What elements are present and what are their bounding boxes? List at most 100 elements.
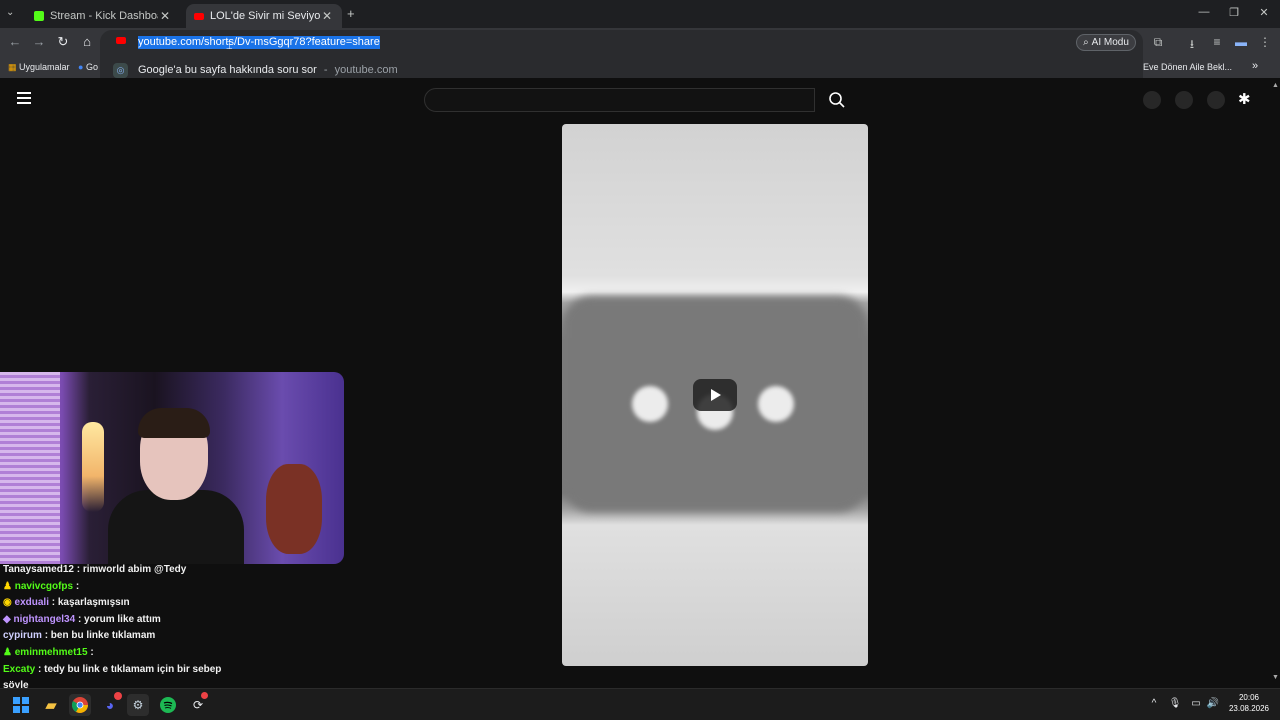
webcam-overlay	[0, 372, 344, 564]
suggestion-text: Google'a bu sayfa hakkında soru sor	[138, 64, 317, 76]
steam-icon[interactable]: ⚙	[127, 694, 149, 716]
chat-message: ◉ exduali : kaşarlaşmışsın	[0, 595, 300, 612]
google-icon: ●	[78, 62, 84, 72]
forward-icon[interactable]: →	[30, 34, 48, 49]
profile-icon[interactable]: ▬	[1233, 35, 1249, 49]
tab-strip: ⌄ Stream - Kick Dashboard ✕ LOL'de Sivir…	[0, 0, 1280, 28]
close-icon[interactable]: ✕	[320, 9, 334, 23]
close-icon[interactable]: ✕	[158, 9, 172, 23]
window-blinds	[0, 372, 60, 564]
windows-start-icon[interactable]	[10, 694, 32, 716]
tab-label: LOL'de Sivir mi Seviyorsun? ML	[210, 10, 320, 22]
thumbnail-blob	[758, 386, 794, 422]
chat-username: exduali	[14, 597, 49, 609]
placeholder-icon[interactable]	[1143, 91, 1161, 109]
volume-icon[interactable]: 🔊	[1206, 698, 1220, 709]
kick-icon	[34, 11, 44, 21]
badge-icon: ◆	[3, 613, 11, 625]
teddy-bear	[266, 464, 322, 554]
address-bar-input[interactable]: youtube.com/shorts/Dv-msGgqr78?feature=s…	[138, 36, 380, 49]
back-icon[interactable]: ←	[6, 34, 24, 49]
home-icon[interactable]: ⌂	[78, 34, 96, 49]
chat-text: : kaşarlaşmışsın	[51, 597, 130, 609]
download-icon[interactable]: ⭳	[1184, 35, 1200, 56]
bookmark-eve-donen[interactable]: Eve Dönen Aile Bekl...	[1143, 62, 1232, 72]
placeholder-icon[interactable]	[1207, 91, 1225, 109]
network-icon[interactable]: ▭	[1189, 698, 1203, 709]
chat-text: : rimworld abim @Tedy	[76, 564, 187, 575]
clock-date: 23.08.2026	[1228, 704, 1270, 713]
placeholder-icon[interactable]	[1175, 91, 1193, 109]
suggestion-separator: -	[323, 64, 328, 76]
notification-badge	[114, 692, 122, 700]
hamburger-menu-icon[interactable]	[17, 92, 31, 104]
youtube-search-input[interactable]	[424, 88, 815, 112]
bookmark-apps[interactable]: ▦ Uygulamalar	[8, 62, 70, 73]
badge-icon: ♟	[3, 580, 12, 592]
chat-text: : yorum like attım	[77, 613, 161, 625]
clock-time: 20:06	[1238, 693, 1260, 702]
play-button[interactable]	[693, 379, 737, 411]
microphone-icon[interactable]: 🎙	[1168, 698, 1182, 709]
minimize-icon[interactable]: —	[1188, 6, 1220, 18]
ai-mode-label: AI Modu	[1091, 37, 1129, 48]
notification-badge	[201, 692, 208, 699]
gear-icon[interactable]: ✱	[1238, 90, 1251, 108]
extensions-icon[interactable]: ⧉	[1150, 35, 1166, 50]
chat-username: eminmehmet15	[14, 646, 88, 658]
chat-username: navivcgofps	[14, 580, 74, 592]
chrome-menu-icon[interactable]: ⋮	[1257, 35, 1273, 49]
page-scrollbar[interactable]: ▲ ▼	[1270, 80, 1280, 688]
thumbnail-blob	[632, 386, 668, 422]
chat-overlay: Tanaysamed12 : rimworld abim @Tedy ♟ nav…	[0, 562, 300, 691]
chat-username: nightangel34	[13, 613, 76, 625]
chrome-icon[interactable]	[69, 694, 91, 716]
new-tab-icon[interactable]: +	[347, 6, 355, 21]
chat-message: Excaty : tedy bu link e tıklamam için bi…	[0, 662, 300, 679]
window-close-icon[interactable]: ✕	[1248, 6, 1280, 19]
ai-search-icon: ⌕	[1083, 37, 1089, 48]
media-control-icon[interactable]: ≡	[1209, 35, 1225, 49]
shorts-video-player[interactable]	[562, 124, 868, 666]
chat-text: : tedy bu link e tıklamam için bir sebep	[38, 663, 222, 675]
ai-mode-button[interactable]: ⌕ AI Modu	[1076, 34, 1136, 51]
search-icon[interactable]	[828, 91, 846, 109]
badge-icon: ♟	[3, 646, 12, 658]
bookmark-label: Uygulamalar	[19, 62, 70, 72]
chat-text: :	[75, 580, 80, 592]
spotify-icon[interactable]	[157, 694, 179, 716]
omnibox-suggestion[interactable]: Google'a bu sayfa hakkında soru sor - yo…	[138, 64, 398, 76]
chat-message: ♟ navivcgofps :	[0, 579, 300, 596]
chat-text: :	[90, 646, 94, 658]
badge-icon: ◉	[3, 597, 12, 609]
suggestion-domain: youtube.com	[334, 64, 398, 76]
chat-message: Tanaysamed12 : rimworld abim @Tedy	[0, 562, 300, 579]
youtube-icon	[194, 12, 204, 20]
youtube-icon	[116, 37, 126, 44]
tray-overflow-icon[interactable]: ^	[1147, 698, 1161, 709]
bookmark-google[interactable]: ● Go	[78, 62, 98, 72]
streamer-body	[108, 490, 244, 564]
chat-username: Tanaysamed12	[3, 564, 74, 575]
chat-username: cypirum	[3, 630, 42, 642]
chat-text: : ben bu linke tıklamam	[44, 630, 156, 642]
cursor-icon: ⌶	[226, 40, 233, 52]
system-clock[interactable]: 20:06 23.08.2026	[1226, 692, 1272, 714]
restore-icon[interactable]: ❐	[1218, 6, 1250, 19]
play-icon	[711, 389, 721, 401]
bookmarks-more-icon[interactable]: »	[1252, 60, 1258, 72]
streamer-hair	[138, 408, 210, 438]
tab-youtube-short[interactable]: LOL'de Sivir mi Seviyorsun? ML ✕	[186, 4, 342, 28]
chat-message: cypirum : ben bu linke tıklamam	[0, 628, 300, 645]
bookmark-label: Go	[85, 62, 98, 72]
file-explorer-icon[interactable]: ▰	[40, 694, 62, 716]
chat-message: ♟ eminmehmet15 :	[0, 645, 300, 662]
lens-icon: ◎	[113, 63, 128, 78]
tab-search-icon[interactable]: ⌄	[6, 7, 14, 18]
apps-grid-icon: ▦	[8, 62, 17, 72]
reload-icon[interactable]: ↻	[54, 34, 72, 50]
chat-message: ◆ nightangel34 : yorum like attım	[0, 612, 300, 629]
tab-label: Stream - Kick Dashboard	[50, 10, 158, 22]
tab-kick-dashboard[interactable]: Stream - Kick Dashboard ✕	[26, 4, 180, 28]
chat-username: Excaty	[3, 663, 36, 675]
